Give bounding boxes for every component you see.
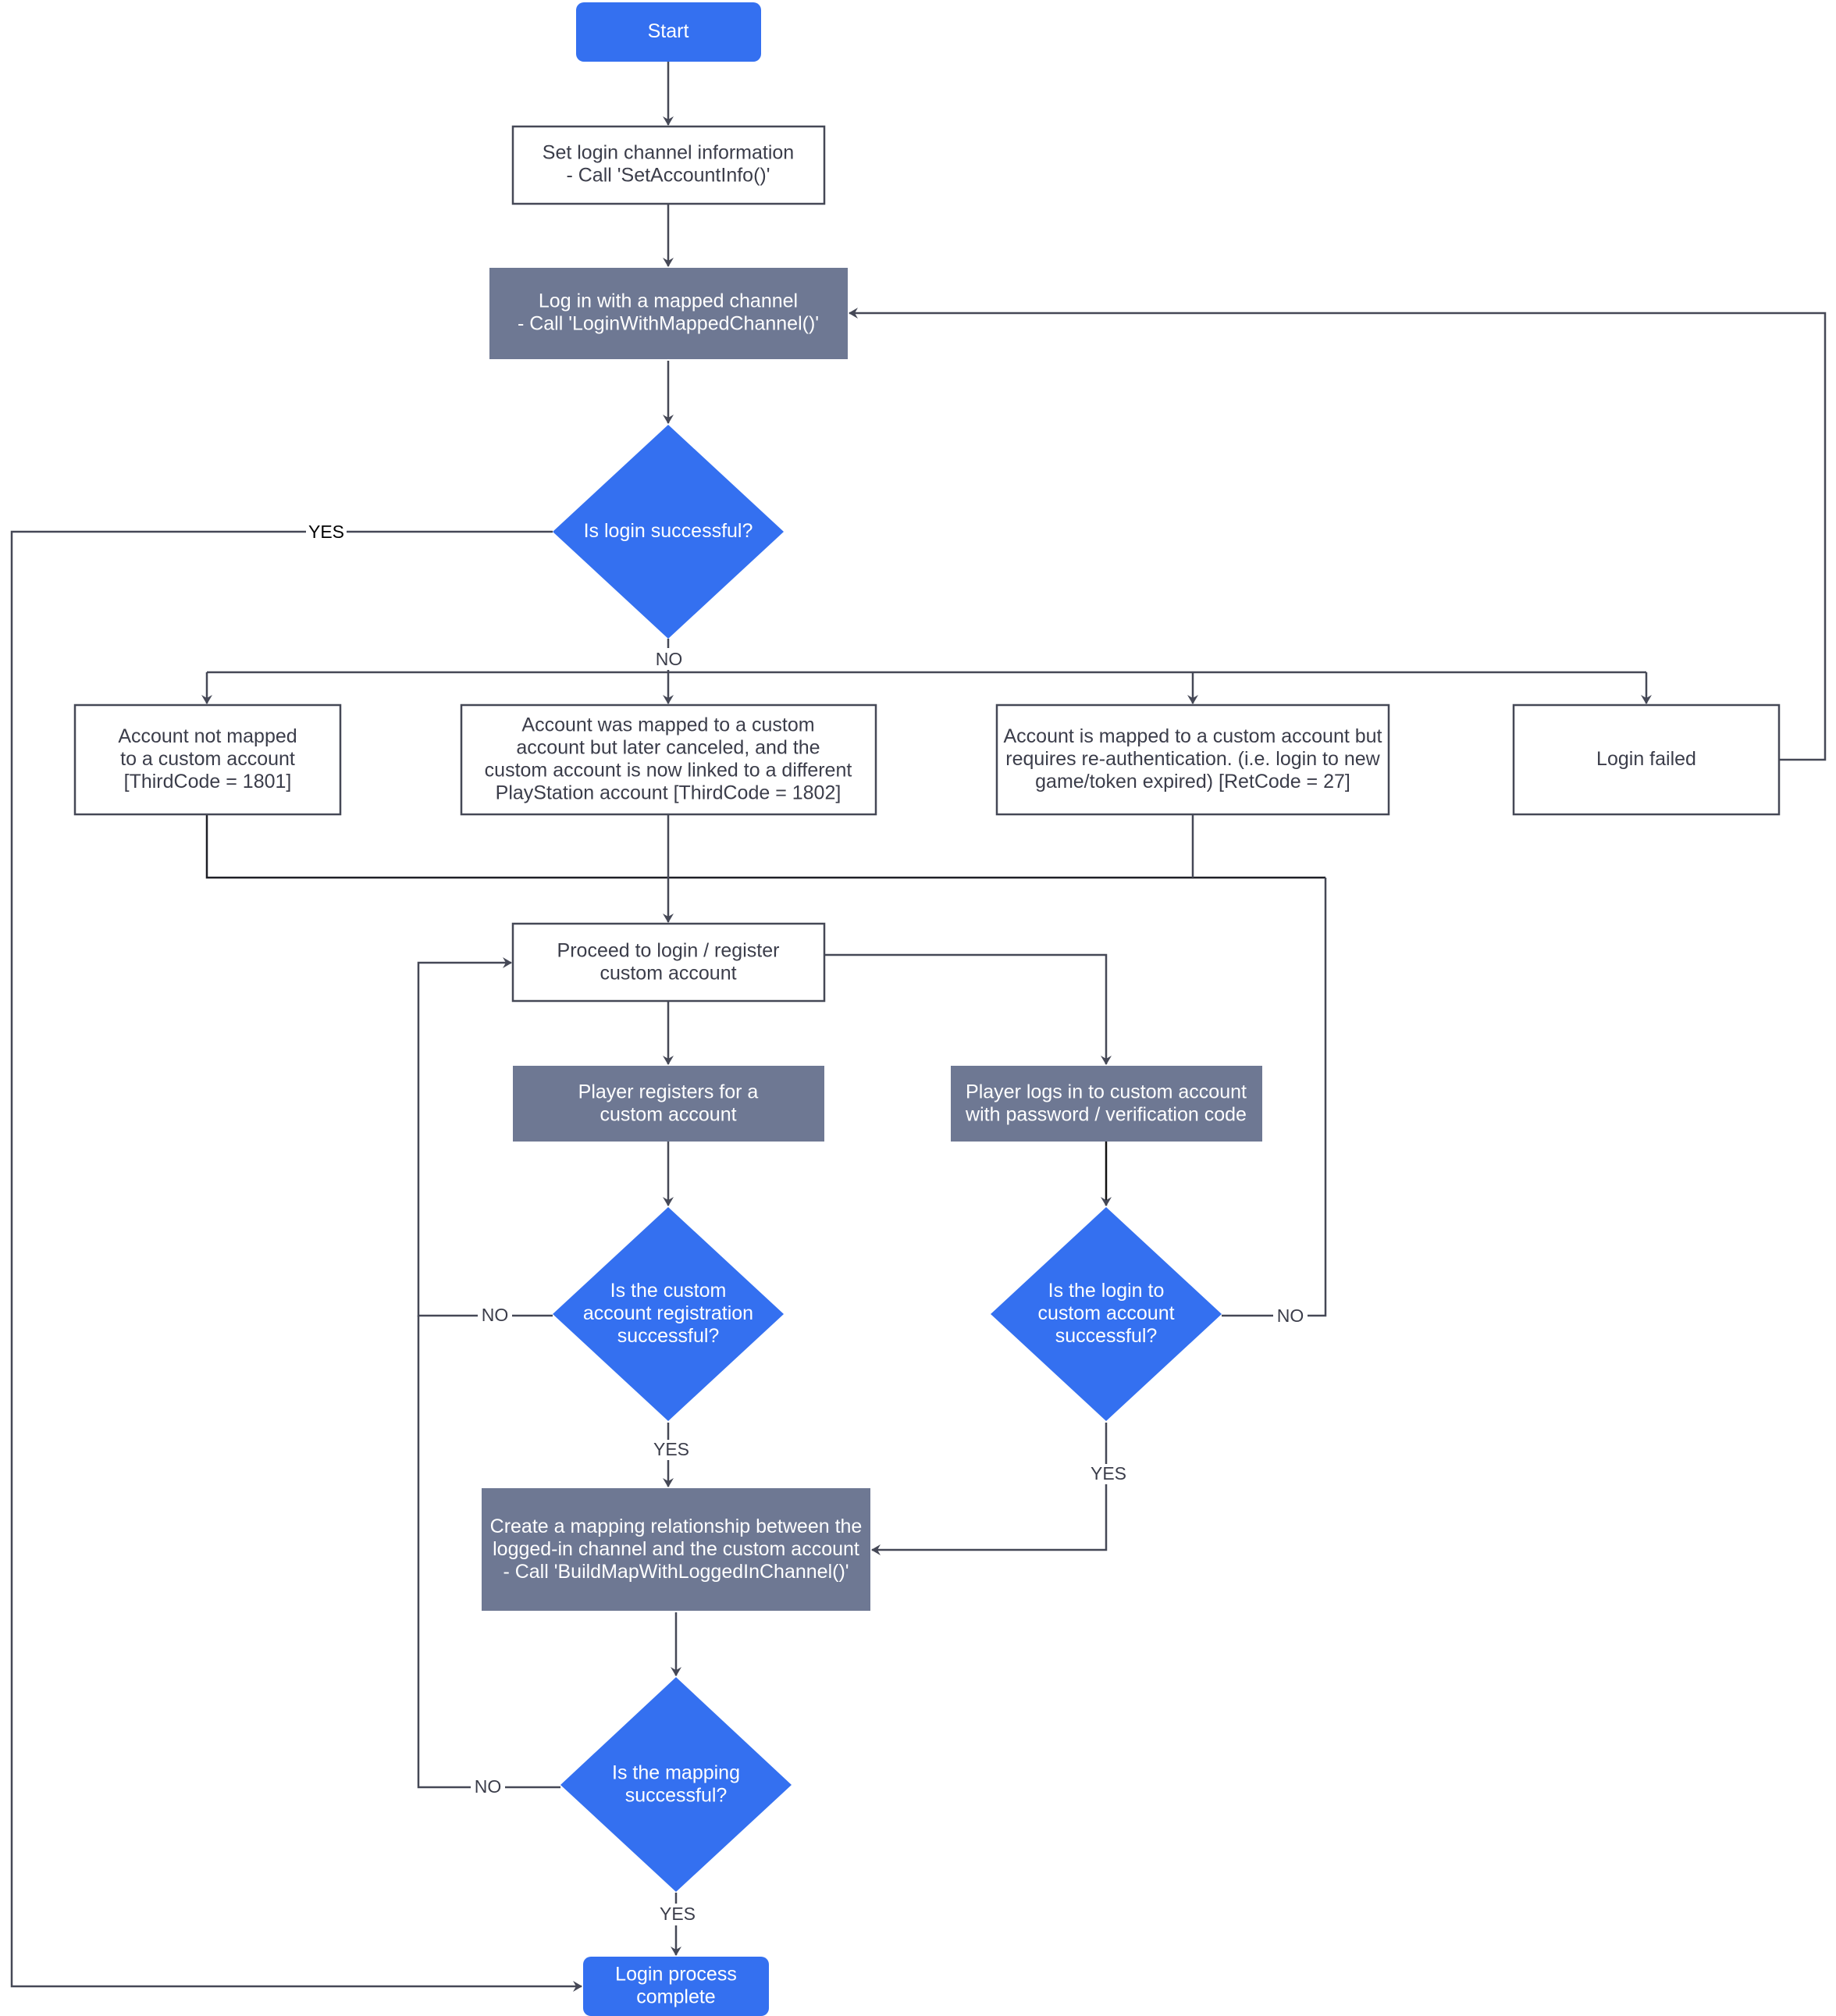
text-line: - Call 'SetAccountInfo()' — [566, 164, 770, 186]
label-registration-yes: YES — [653, 1439, 689, 1459]
label-login-no: NO — [656, 649, 683, 669]
node-mapped-canceled[interactable]: Account was mapped to a custom account bu… — [460, 703, 877, 816]
node-login-mapped-channel[interactable]: Log in with a mapped channel - Call 'Logi… — [489, 268, 848, 359]
text-line: custom account is now linked to a differ… — [485, 759, 852, 781]
label-mapping-no: NO — [475, 1776, 502, 1797]
node-player-logs-in[interactable]: Player logs in to custom account with pas… — [951, 1066, 1262, 1142]
text-line: Is login successful? — [584, 520, 753, 542]
node-player-logs-in-text: Player logs in to custom account with pas… — [965, 1081, 1247, 1125]
node-set-login-channel-text: Set login channel information - Call 'Set… — [543, 141, 794, 186]
node-start-text: Start — [648, 20, 689, 42]
text-line: custom account — [600, 962, 736, 984]
text-line: Is the login to — [1048, 1280, 1165, 1302]
node-login-complete[interactable]: Login process complete — [583, 1957, 769, 2016]
node-create-mapping[interactable]: Create a mapping relationship between th… — [482, 1488, 870, 1611]
text-line: PlayStation account [ThirdCode = 1802] — [496, 782, 842, 803]
text-line: game/token expired) [RetCode = 27] — [1035, 771, 1350, 793]
text-line: custom account — [1037, 1302, 1174, 1324]
decision-is-custom-login-successful[interactable]: Is the login to custom account successful? — [991, 1207, 1222, 1421]
node-login-mapped-channel-text: Log in with a mapped channel - Call 'Logi… — [518, 290, 819, 334]
decision-is-registration-successful[interactable]: Is the custom account registration success… — [553, 1207, 784, 1421]
text-line: [ThirdCode = 1801] — [124, 771, 292, 793]
text-line: with password / verification code — [965, 1103, 1247, 1125]
text-line: Account not mapped — [118, 725, 297, 747]
text-line: requires re-authentication. (i.e. login … — [1005, 748, 1380, 770]
text-line: - Call 'BuildMapWithLoggedInChannel()' — [503, 1561, 849, 1583]
decision-is-login-successful-text: Is login successful? — [584, 520, 753, 542]
text-line: successful? — [617, 1325, 720, 1347]
label-mapping-yes: YES — [660, 1904, 696, 1924]
node-mapped-canceled-text: Account was mapped to a custom account bu… — [485, 714, 852, 803]
text-line: Account is mapped to a custom account bu… — [1004, 725, 1382, 747]
node-needs-reauth[interactable]: Account is mapped to a custom account bu… — [995, 703, 1390, 816]
text-line: successful? — [625, 1784, 728, 1806]
text-line: Proceed to login / register — [557, 939, 780, 961]
node-start[interactable]: Start — [576, 2, 761, 62]
text-line: - Call 'LoginWithMappedChannel()' — [518, 312, 819, 334]
text-line: Player registers for a — [578, 1081, 759, 1102]
decision-is-login-successful[interactable]: Is login successful? — [553, 425, 784, 639]
text-line: Is the mapping — [612, 1761, 740, 1783]
text-line: to a custom account — [120, 748, 295, 770]
text-line: Create a mapping relationship between th… — [490, 1516, 863, 1537]
text-line: Set login channel information — [543, 141, 794, 163]
node-create-mapping-text: Create a mapping relationship between th… — [490, 1516, 863, 1583]
node-proceed-custom[interactable]: Proceed to login / register custom accoun… — [511, 922, 826, 1003]
text-line: Log in with a mapped channel — [539, 290, 798, 312]
edge-not-mapped-to-merge — [205, 814, 1325, 879]
label-registration-no: NO — [482, 1305, 509, 1325]
text-line: successful? — [1055, 1325, 1158, 1347]
node-not-mapped[interactable]: Account not mapped to a custom account [Th… — [73, 703, 342, 816]
connectors — [10, 62, 1827, 1992]
text-line: account registration — [583, 1302, 753, 1324]
text-line: account but later canceled, and the — [516, 736, 820, 758]
text-line: logged-in channel and the custom account — [493, 1538, 859, 1560]
node-not-mapped-text: Account not mapped to a custom account [Th… — [118, 725, 297, 793]
label-custom-login-yes: YES — [1091, 1463, 1126, 1484]
node-set-login-channel[interactable]: Set login channel information - Call 'Set… — [511, 125, 826, 205]
label-custom-login-no: NO — [1277, 1305, 1304, 1326]
text-line: Start — [648, 20, 689, 42]
node-login-failed[interactable]: Login failed — [1512, 703, 1781, 816]
text-line: Login failed — [1596, 748, 1696, 770]
edge-login-failed-retry — [849, 308, 1827, 761]
edge-proceed-to-login-custom — [824, 953, 1112, 1065]
decision-is-custom-login-successful-text: Is the login to custom account successful? — [1037, 1280, 1174, 1347]
text-line: Login process — [615, 1963, 737, 1985]
node-login-failed-text: Login failed — [1596, 748, 1696, 770]
decision-is-mapping-successful-text: Is the mapping successful? — [612, 1761, 740, 1806]
decision-is-mapping-successful[interactable]: Is the mapping successful? — [560, 1677, 792, 1892]
text-line: custom account — [600, 1103, 736, 1125]
edge-custom-login-yes — [871, 1423, 1108, 1555]
text-line: Player logs in to custom account — [966, 1081, 1247, 1102]
text-line: Account was mapped to a custom — [521, 714, 814, 736]
label-login-yes: YES — [308, 522, 344, 542]
node-player-registers-text: Player registers for a custom account — [578, 1081, 759, 1125]
text-line: complete — [636, 1986, 715, 2007]
node-player-registers[interactable]: Player registers for a custom account — [513, 1066, 824, 1142]
node-needs-reauth-text: Account is mapped to a custom account bu… — [1004, 725, 1382, 793]
text-line: Is the custom — [610, 1280, 727, 1302]
flowchart: YES NO NO YES NO YES NO YES Start Set lo… — [10, 2, 1827, 2016]
